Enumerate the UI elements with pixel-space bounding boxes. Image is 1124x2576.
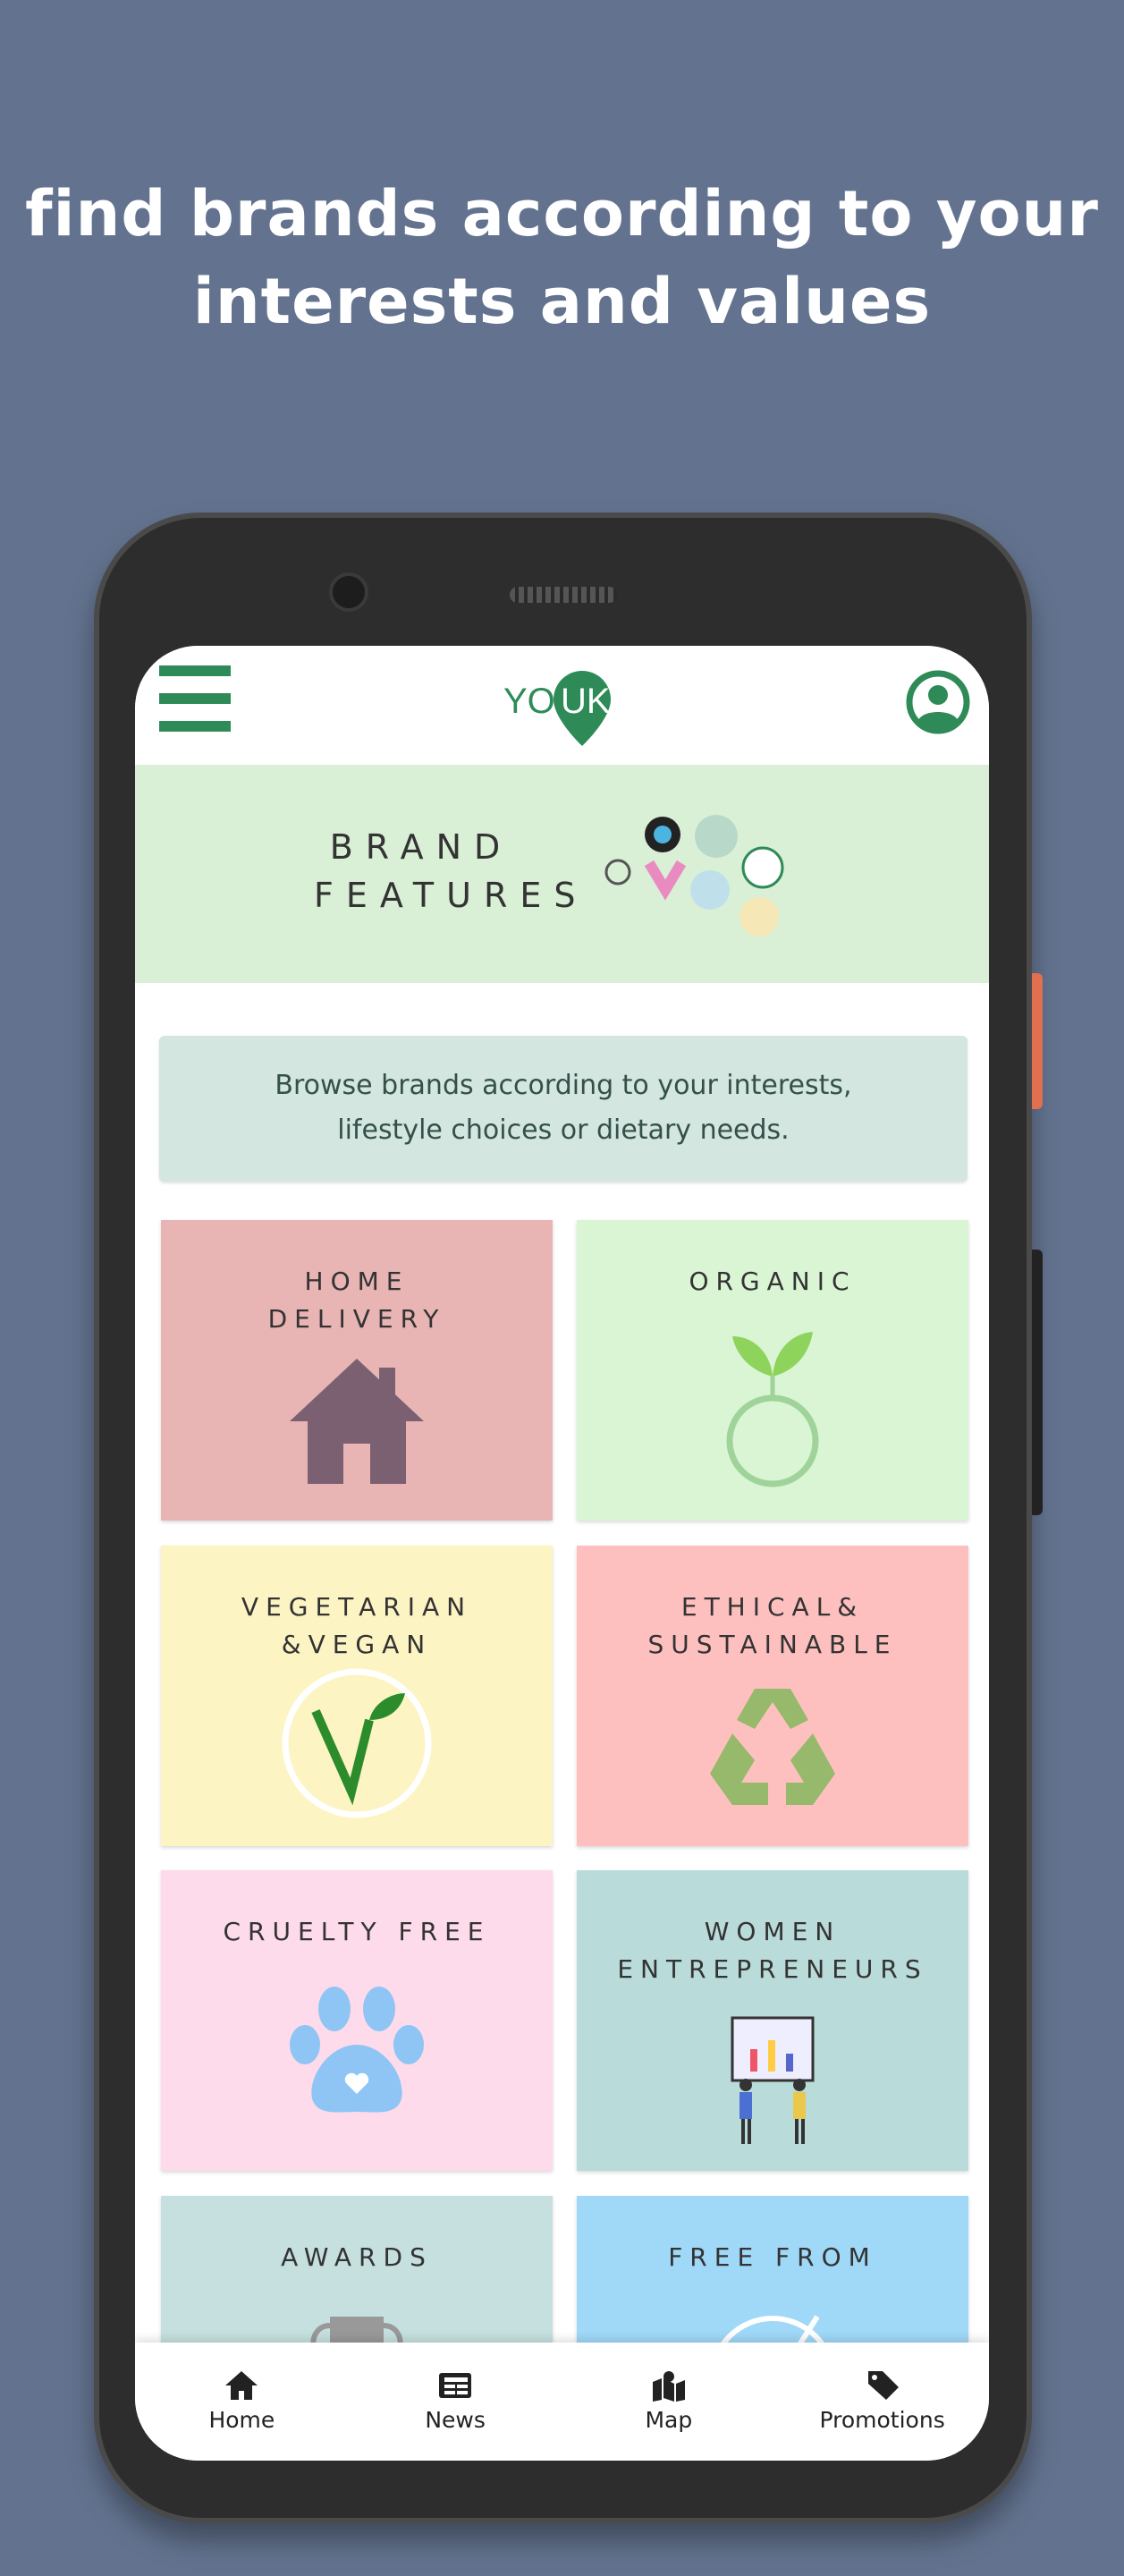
tile-label-1: CRUELTY FREE [223, 1917, 491, 1946]
camera-icon [329, 572, 368, 612]
headline: find brands according to your interests … [0, 170, 1124, 345]
tile-cruelty-free[interactable]: CRUELTY FREE [161, 1870, 553, 2171]
info-line-1: Browse brands according to your interest… [275, 1070, 852, 1101]
tag-icon [867, 2371, 899, 2400]
tile-label: AWARDS [161, 2239, 553, 2276]
newspaper-icon [439, 2373, 472, 2398]
women-presentation-icon [731, 2016, 815, 2144]
sprout-icon [726, 1332, 819, 1487]
home-icon [225, 2371, 258, 2400]
certification-badges-icon [604, 815, 784, 936]
tile-label-2: ENTREPRENEURS [617, 1954, 928, 1984]
nav-label: News [425, 2407, 486, 2433]
info-line-2: lifestyle choices or dietary needs. [337, 1114, 790, 1146]
tile-ethical-sustainable[interactable]: ETHICAL& SUSTAINABLE [577, 1546, 968, 1846]
house-icon [290, 1359, 424, 1484]
tile-label-1: FREE FROM [668, 2242, 877, 2272]
tile-label: HOME DELIVERY [161, 1263, 553, 1338]
youk-logo[interactable]: YO UK [502, 664, 627, 753]
tile-label: CRUELTY FREE [161, 1913, 553, 1951]
power-button [1032, 973, 1043, 1109]
tile-organic[interactable]: ORGANIC [577, 1220, 968, 1521]
bottom-navigation: Home News Map Promotions [135, 2343, 989, 2461]
tile-label-1: HOME [304, 1267, 410, 1296]
banner-line-1: BRAND [329, 827, 513, 867]
vegan-v-icon [282, 1668, 432, 1818]
info-box: Browse brands according to your interest… [159, 1036, 968, 1182]
logo-text-uk: UK [561, 682, 611, 721]
paw-icon [290, 1987, 424, 2113]
tile-women-entrepreneurs[interactable]: WOMEN ENTREPRENEURS [577, 1870, 968, 2171]
volume-button [1032, 1250, 1043, 1515]
tile-label: WOMEN ENTREPRENEURS [577, 1913, 968, 1988]
tile-label: FREE FROM [577, 2239, 968, 2276]
nav-label: Home [208, 2407, 275, 2433]
recycle-icon [710, 1689, 835, 1805]
tile-label-2: &VEGAN [281, 1630, 433, 1659]
headline-line-1: find brands according to your [25, 177, 1099, 250]
tile-label-1: ETHICAL& [680, 1592, 865, 1622]
tile-label-2: SUSTAINABLE [647, 1630, 898, 1659]
nav-label: Promotions [819, 2407, 945, 2433]
nav-label: Map [645, 2407, 693, 2433]
tile-label: VEGETARIAN &VEGAN [161, 1589, 553, 1664]
app-header: YO UK [135, 646, 989, 765]
tile-vegetarian-vegan[interactable]: VEGETARIAN &VEGAN [161, 1546, 553, 1846]
user-account-icon[interactable] [906, 670, 970, 734]
tile-label-1: ORGANIC [689, 1267, 857, 1296]
hamburger-menu-icon[interactable] [159, 665, 231, 732]
map-icon [652, 2371, 685, 2402]
tile-home-delivery[interactable]: HOME DELIVERY [161, 1220, 553, 1521]
tile-label: ORGANIC [577, 1263, 968, 1301]
app-screen: YO UK BRAND FEATURES Browse brands accor… [135, 646, 989, 2461]
nav-promotions[interactable]: Promotions [775, 2343, 989, 2461]
nav-map[interactable]: Map [562, 2343, 776, 2461]
brand-features-title: BRAND FEATURES [314, 823, 588, 919]
banner-line-2: FEATURES [314, 876, 588, 915]
logo-text-yo: YO [503, 682, 555, 721]
tile-label-2: DELIVERY [267, 1304, 446, 1334]
nav-home[interactable]: Home [135, 2343, 349, 2461]
tile-label: ETHICAL& SUSTAINABLE [577, 1589, 968, 1664]
headline-line-2: interests and values [192, 265, 932, 338]
tile-label-1: VEGETARIAN [241, 1592, 473, 1622]
speaker-grille [510, 587, 617, 603]
brand-features-banner[interactable]: BRAND FEATURES [135, 765, 989, 983]
tile-label-1: WOMEN [704, 1917, 841, 1946]
nav-news[interactable]: News [349, 2343, 562, 2461]
tile-label-1: AWARDS [281, 2242, 433, 2272]
